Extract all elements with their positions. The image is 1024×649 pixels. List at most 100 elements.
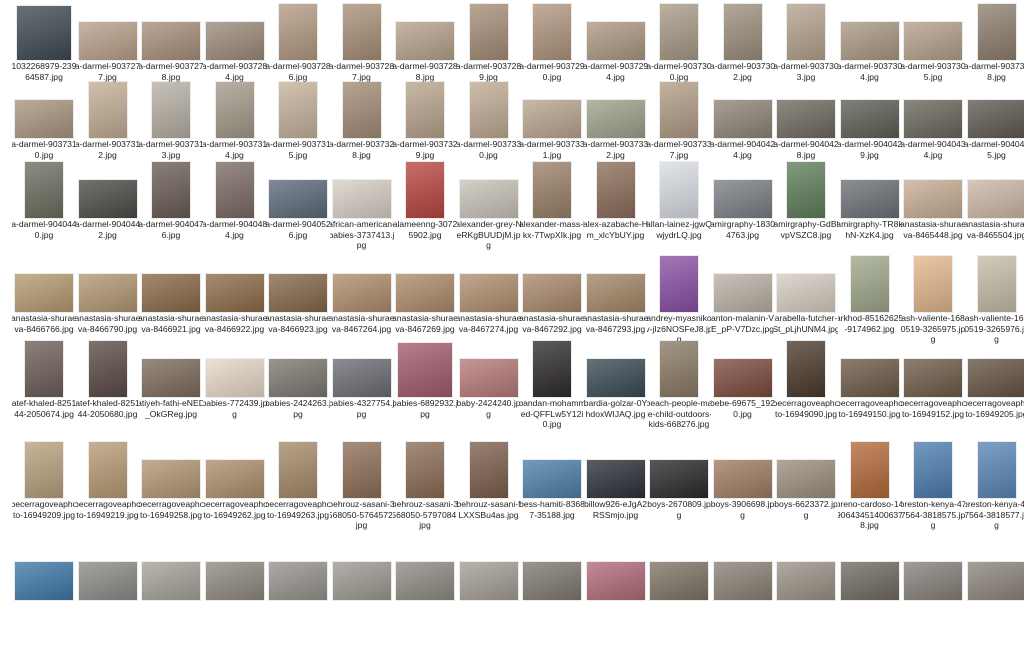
file-item[interactable]: behrouz-sasani-fLXXSBu4as.jpg — [457, 436, 521, 546]
file-item[interactable]: atef-khaled-825144-2050680.jpg — [76, 335, 140, 445]
file-item[interactable]: babies-6892932.jpg — [393, 335, 457, 445]
file-item[interactable]: breno-cardoso-14906434514006378.jpg — [838, 436, 902, 546]
file-thumbnail[interactable] — [774, 436, 838, 498]
file-thumbnail[interactable] — [393, 76, 457, 138]
file-item[interactable]: becerragoveaphoto-16949150.jpg — [838, 335, 902, 445]
file-thumbnail[interactable] — [266, 0, 330, 60]
file-thumbnail[interactable] — [965, 0, 1024, 60]
file-thumbnail[interactable] — [330, 156, 394, 218]
file-thumbnail[interactable] — [965, 436, 1024, 498]
file-thumbnail[interactable] — [266, 250, 330, 312]
file-item[interactable] — [965, 538, 1024, 648]
file-thumbnail[interactable] — [139, 76, 203, 138]
file-item[interactable]: bardia-golzar-0YhdoxWIJAQ.jpg — [584, 335, 648, 445]
file-thumbnail[interactable] — [901, 0, 965, 60]
file-thumbnail[interactable] — [203, 76, 267, 138]
file-item[interactable]: babies-772439.jpg — [203, 335, 267, 445]
file-item[interactable]: becerragoveaphoto-16949219.jpg — [76, 436, 140, 546]
file-thumbnail[interactable] — [139, 250, 203, 312]
file-item[interactable]: behrouz-sasani-3568050-5764572.jpg — [330, 436, 394, 546]
file-thumbnail[interactable] — [901, 250, 965, 312]
file-thumbnail[interactable] — [12, 335, 76, 397]
file-thumbnail[interactable] — [838, 436, 902, 498]
file-thumbnail[interactable] — [12, 538, 76, 600]
file-thumbnail[interactable] — [457, 156, 521, 218]
file-thumbnail[interactable] — [76, 335, 140, 397]
file-thumbnail[interactable] — [965, 76, 1024, 138]
file-thumbnail[interactable] — [139, 0, 203, 60]
file-thumbnail[interactable] — [838, 538, 902, 600]
file-thumbnail[interactable] — [584, 76, 648, 138]
file-thumbnail[interactable] — [711, 156, 775, 218]
file-item[interactable] — [774, 538, 838, 648]
file-thumbnail[interactable] — [330, 250, 394, 312]
file-thumbnail[interactable] — [584, 250, 648, 312]
file-thumbnail[interactable] — [457, 436, 521, 498]
file-thumbnail[interactable] — [901, 335, 965, 397]
file-thumbnail[interactable] — [584, 156, 648, 218]
file-thumbnail[interactable] — [139, 436, 203, 498]
file-item[interactable]: behrouz-sasani-3568050-5797084.jpg — [393, 436, 457, 546]
file-item[interactable]: baby-2424240.jpg — [457, 335, 521, 445]
file-thumbnail[interactable] — [139, 538, 203, 600]
file-thumbnail[interactable] — [12, 76, 76, 138]
file-thumbnail[interactable] — [203, 436, 267, 498]
file-thumbnail[interactable] — [520, 538, 584, 600]
file-thumbnail[interactable] — [838, 76, 902, 138]
file-thumbnail[interactable] — [393, 250, 457, 312]
file-thumbnail[interactable] — [774, 156, 838, 218]
file-thumbnail[interactable] — [901, 538, 965, 600]
file-thumbnail[interactable] — [266, 335, 330, 397]
file-thumbnail[interactable] — [330, 335, 394, 397]
file-thumbnail[interactable] — [139, 335, 203, 397]
file-thumbnail[interactable] — [711, 76, 775, 138]
file-thumbnail[interactable] — [393, 335, 457, 397]
file-thumbnail[interactable] — [647, 436, 711, 498]
file-thumbnail[interactable] — [520, 0, 584, 60]
file-thumbnail[interactable] — [711, 250, 775, 312]
file-thumbnail[interactable] — [76, 76, 140, 138]
file-thumbnail[interactable] — [203, 335, 267, 397]
file-thumbnail[interactable] — [393, 436, 457, 498]
file-thumbnail[interactable] — [330, 0, 394, 60]
file-thumbnail[interactable] — [647, 335, 711, 397]
file-thumbnail[interactable] — [711, 538, 775, 600]
file-thumbnail[interactable] — [647, 0, 711, 60]
file-thumbnail[interactable] — [774, 0, 838, 60]
file-item[interactable]: boys-3906698.jpg — [711, 436, 775, 546]
file-thumbnail[interactable] — [774, 76, 838, 138]
file-item[interactable] — [393, 538, 457, 648]
file-thumbnail[interactable] — [76, 250, 140, 312]
file-thumbnail[interactable] — [76, 0, 140, 60]
file-item[interactable]: bandan-mohammed-QFFLw5Y12i0.jpg — [520, 335, 584, 445]
file-thumbnail[interactable] — [774, 538, 838, 600]
file-thumbnail[interactable] — [330, 76, 394, 138]
file-item[interactable]: becerragoveaphoto-16949262.jpg — [203, 436, 267, 546]
file-item[interactable] — [203, 538, 267, 648]
file-thumbnail[interactable] — [330, 436, 394, 498]
file-thumbnail[interactable] — [457, 0, 521, 60]
file-thumbnail[interactable] — [901, 156, 965, 218]
file-item[interactable]: boys-2670809.jpg — [647, 436, 711, 546]
file-thumbnail[interactable] — [393, 538, 457, 600]
file-thumbnail[interactable] — [774, 335, 838, 397]
file-item[interactable]: becerragoveaphoto-16949205.jpg — [965, 335, 1024, 445]
file-item[interactable]: becerragoveaphoto-16949152.jpg — [901, 335, 965, 445]
file-item[interactable]: bess-hamiti-83687-35188.jpg — [520, 436, 584, 546]
file-item[interactable]: atiyeh-fathi-eNED_OkGReg.jpg — [139, 335, 203, 445]
file-item[interactable]: atef-khaled-825144-2050674.jpg — [12, 335, 76, 445]
file-thumbnail[interactable] — [647, 76, 711, 138]
file-item[interactable]: boys-6623372.jpg — [774, 436, 838, 546]
file-thumbnail[interactable] — [711, 436, 775, 498]
file-thumbnail[interactable] — [647, 538, 711, 600]
file-item[interactable]: becerragoveaphoto-16949263.jpg — [266, 436, 330, 546]
file-item[interactable] — [584, 538, 648, 648]
file-item[interactable] — [12, 538, 76, 648]
file-thumbnail[interactable] — [965, 250, 1024, 312]
file-item[interactable] — [76, 538, 140, 648]
file-thumbnail[interactable] — [139, 156, 203, 218]
file-thumbnail[interactable] — [838, 250, 902, 312]
file-item[interactable] — [647, 538, 711, 648]
file-thumbnail[interactable] — [12, 0, 76, 60]
file-thumbnail[interactable] — [457, 76, 521, 138]
